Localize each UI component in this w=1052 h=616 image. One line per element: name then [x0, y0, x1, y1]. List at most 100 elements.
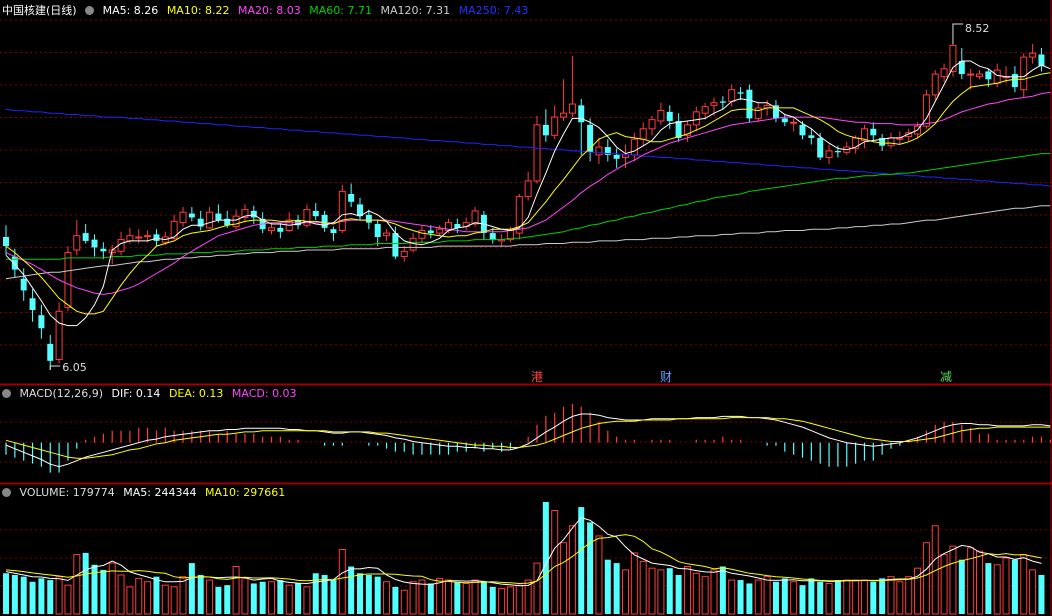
volume-bar — [976, 550, 983, 615]
macd-settings-icon[interactable] — [2, 388, 11, 398]
candle — [197, 210, 204, 231]
candle-body — [870, 128, 877, 136]
candle-body — [524, 180, 532, 198]
candle-body — [471, 210, 479, 225]
candle — [206, 207, 214, 230]
candle — [587, 118, 594, 162]
candle-body — [338, 190, 346, 231]
volume-bar — [3, 573, 9, 614]
candle-body — [551, 116, 559, 136]
macd-title[interactable]: MACD(12,26,9) — [20, 387, 104, 400]
volume-bar — [1038, 574, 1045, 614]
volume-bar — [817, 581, 824, 614]
volume-bar — [400, 589, 408, 615]
candle-body — [179, 211, 187, 224]
candle-body — [312, 210, 319, 217]
indicator-settings-icon[interactable] — [85, 5, 95, 15]
kline-chart[interactable]: 8.52 6.05 — [0, 0, 1052, 616]
candle-body — [215, 213, 222, 221]
candle-body — [710, 102, 718, 106]
candle — [958, 47, 965, 80]
volume-ma5-line — [5, 517, 1042, 587]
ma60-value: MA60: 7.71 — [309, 4, 372, 17]
ma60-line — [6, 153, 1051, 260]
volume-bar — [896, 581, 904, 615]
candle-body — [348, 193, 355, 202]
candle — [931, 70, 939, 101]
candle — [515, 193, 523, 240]
main-chart-header: 中国核建(日线) MA5: 8.26 MA10: 8.22 MA20: 8.03… — [2, 3, 533, 19]
volume-bar — [595, 535, 603, 615]
candle-body — [153, 234, 160, 241]
candle — [480, 210, 487, 240]
event-marker-finance[interactable]: 财 — [660, 370, 672, 384]
candle — [20, 268, 27, 301]
volume-bar — [338, 549, 346, 615]
volume-title[interactable]: VOLUME: 179774 — [20, 486, 115, 499]
candle-body — [976, 73, 983, 78]
candle-body — [568, 103, 576, 114]
candle — [790, 118, 798, 132]
volume-bar — [365, 574, 372, 614]
volume-bar — [533, 562, 541, 615]
volume-bar — [790, 581, 798, 615]
volume-settings-icon[interactable] — [2, 487, 11, 497]
candle — [3, 225, 9, 256]
volume-ma5-value: MA5: 244344 — [123, 486, 197, 499]
candle — [568, 55, 576, 118]
volume-bar — [357, 573, 363, 614]
candle — [170, 214, 178, 240]
candle-body — [931, 73, 939, 96]
candle-body — [834, 150, 841, 153]
candle — [657, 102, 665, 125]
candle-body — [595, 146, 603, 156]
candle-body — [144, 235, 152, 238]
volume-bar — [683, 565, 691, 615]
candlestick-series[interactable] — [3, 23, 1045, 370]
candle-body — [967, 73, 975, 76]
candle — [754, 102, 762, 123]
candle — [29, 289, 36, 322]
volume-bar — [11, 574, 18, 614]
volume-bar — [64, 584, 72, 615]
candle-body — [728, 89, 736, 102]
candle — [82, 223, 89, 244]
volume-bar — [905, 576, 913, 615]
volume-bar — [852, 579, 860, 615]
stock-title[interactable]: 中国核建(日线) — [2, 4, 77, 17]
volume-bar — [834, 580, 841, 614]
candle — [73, 220, 81, 256]
volume-bar — [639, 560, 647, 615]
volume-bar — [949, 545, 957, 615]
event-marker-hk[interactable]: 港 — [531, 370, 543, 384]
volume-bar — [551, 509, 559, 615]
volume-bar — [82, 552, 89, 614]
volume-bar — [285, 584, 293, 615]
volume-bar — [436, 577, 444, 615]
volume-bar — [630, 552, 638, 615]
volume-bar — [170, 586, 178, 615]
volume-bar — [675, 574, 682, 614]
volume-bar — [772, 581, 779, 614]
candle-body — [374, 223, 381, 237]
candle-body — [47, 343, 54, 361]
volume-bar — [144, 581, 152, 615]
candle — [303, 204, 311, 228]
candle-body — [365, 214, 372, 223]
candle — [860, 124, 868, 149]
volume-bar — [489, 586, 496, 614]
candle — [312, 203, 319, 221]
volume-bar — [622, 569, 629, 615]
candle — [374, 220, 381, 247]
volume-bar — [560, 542, 568, 615]
event-marker-reduction[interactable]: 减 — [940, 370, 952, 384]
candle — [524, 171, 532, 201]
volume-bar — [232, 565, 240, 615]
volume-bar — [409, 581, 417, 615]
candle-body — [330, 229, 337, 234]
volume-bar — [506, 586, 514, 615]
candle-body — [135, 236, 143, 239]
candle — [277, 222, 284, 239]
volume-bar — [153, 576, 160, 614]
candle — [357, 197, 363, 221]
